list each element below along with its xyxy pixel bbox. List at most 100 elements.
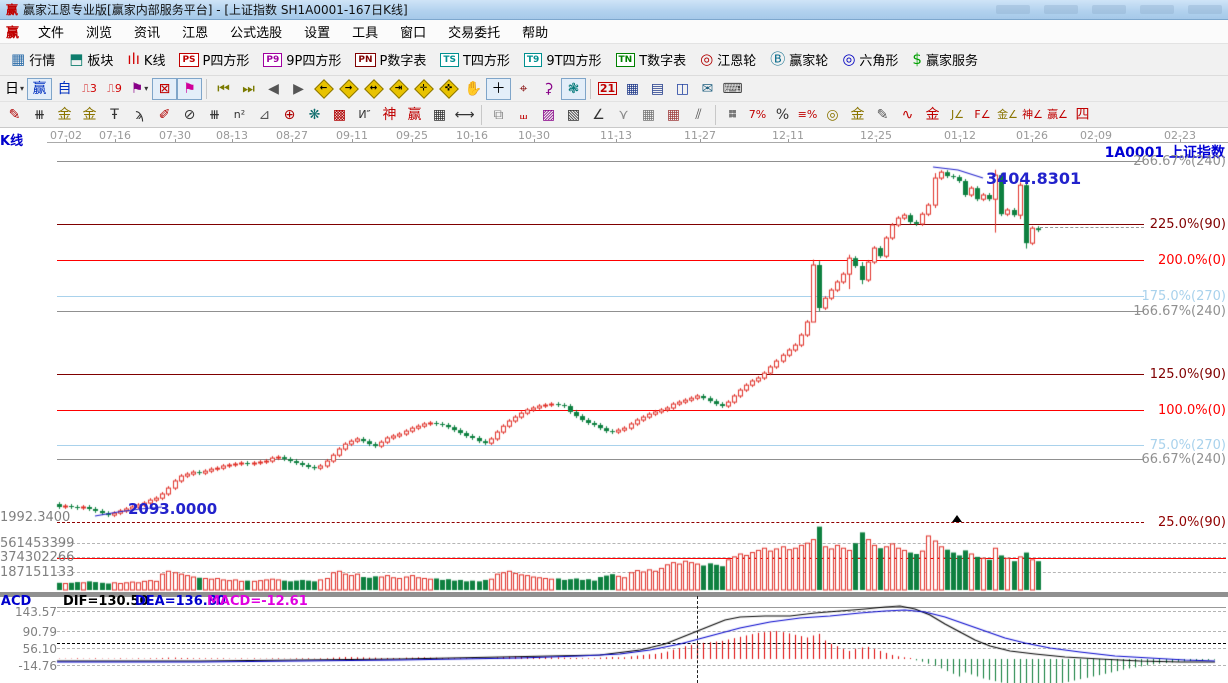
measure-tool-button[interactable]: ⌖ xyxy=(511,78,536,100)
title-bar[interactable]: 赢 赢家江恩专业版[赢家内部服务平台] - [上证指数 SH1A0001-167… xyxy=(0,0,1228,20)
period-selector-button[interactable]: 日▾ xyxy=(2,78,27,100)
star-web-button[interactable]: ❋ xyxy=(302,104,327,126)
flag-dropdown-button[interactable]: ⚑▾ xyxy=(127,78,152,100)
fan-box-2-button[interactable]: ▧ xyxy=(561,104,586,126)
pencil-bars-button[interactable]: ✎ xyxy=(870,104,895,126)
menu-帮助[interactable]: 帮助 xyxy=(511,23,559,44)
gann-tool-purple-icon: ⚳ xyxy=(543,82,553,96)
n-square-icon: n² xyxy=(234,109,245,120)
menu-浏览[interactable]: 浏览 xyxy=(75,23,123,44)
gold-lines-button[interactable]: 金 xyxy=(845,104,870,126)
menu-交易委托[interactable]: 交易委托 xyxy=(437,23,511,44)
percent-lines-button[interactable]: ≡% xyxy=(795,104,820,126)
menu-资讯[interactable]: 资讯 xyxy=(123,23,171,44)
percent-7-button[interactable]: 7% xyxy=(745,104,770,126)
notes-button[interactable]: ▤ xyxy=(645,78,670,100)
j-angle-button[interactable]: J∠ xyxy=(945,104,970,126)
toolbar-9p-square-button[interactable]: P99P四方形 xyxy=(256,47,348,73)
diamond-expand-button[interactable]: ↔ xyxy=(361,78,386,100)
crosshair-tool-button[interactable]: ＋ xyxy=(486,78,511,100)
wave-red-button[interactable]: ∿ xyxy=(895,104,920,126)
toolbar-sectors-button[interactable]: ⬒板块 xyxy=(62,47,120,73)
menu-工具[interactable]: 工具 xyxy=(341,23,389,44)
diamond-compress-button[interactable]: ⇥ xyxy=(386,78,411,100)
shen-angle-button[interactable]: 神∠ xyxy=(1020,104,1045,126)
box-tool-button[interactable]: ⧉ xyxy=(486,104,511,126)
ying-fence-button[interactable]: 赢 xyxy=(402,104,427,126)
diamond-left-button[interactable]: ← xyxy=(311,78,336,100)
toolbar-winner-service-button[interactable]: $赢家服务 xyxy=(905,47,985,73)
toolbar-t-square-button[interactable]: TST四方形 xyxy=(433,47,517,73)
send-mail-button[interactable]: ✉ xyxy=(695,78,720,100)
toolbar-p-number-table-button[interactable]: PNP数字表 xyxy=(348,47,433,73)
scale-ruler-button[interactable]: 𝄜 xyxy=(720,104,745,126)
fence-2-button[interactable]: ⧻ xyxy=(202,104,227,126)
mirror-a-button[interactable]: ⊿ xyxy=(252,104,277,126)
wave-9-button[interactable]: ⎍9 xyxy=(102,78,127,100)
toolbar-9t-square-button[interactable]: T99T四方形 xyxy=(517,47,609,73)
square-web-button[interactable]: ▩ xyxy=(327,104,352,126)
next-bar-button[interactable]: ▶ xyxy=(286,78,311,100)
kline-chart-area[interactable]: 日K线 07-0207-1607-3008-1308-2709-1109-251… xyxy=(0,128,1228,683)
last-bar-button[interactable]: ⏭ xyxy=(236,78,261,100)
spiral-button[interactable]: ϡ xyxy=(127,104,152,126)
toolbar-t-number-table-button[interactable]: TNT数字表 xyxy=(609,47,694,73)
self-select-view-button[interactable]: 自 xyxy=(52,78,77,100)
angle-lines-button[interactable]: ∠ xyxy=(586,104,611,126)
n-square-button[interactable]: n² xyxy=(227,104,252,126)
menu-窗口[interactable]: 窗口 xyxy=(389,23,437,44)
time-circle-button[interactable]: ⊘ xyxy=(177,104,202,126)
gold-fence-2-button[interactable]: 金 xyxy=(77,104,102,126)
toolbar-gann-wheel-button[interactable]: ◎江恩轮 xyxy=(693,47,763,73)
i-quote-button[interactable]: И″ xyxy=(352,104,377,126)
calendar-21-button[interactable]: 21 xyxy=(595,78,620,100)
gann-fence-button[interactable]: ⧻ xyxy=(27,104,52,126)
toolbar-winner-wheel-button[interactable]: Ⓑ赢家轮 xyxy=(763,47,835,73)
fan-box-1-button[interactable]: ▨ xyxy=(536,104,561,126)
toolbar-p-square-button[interactable]: PSP四方形 xyxy=(172,47,256,73)
diamond-right-button[interactable]: → xyxy=(336,78,361,100)
pencil-chart-button[interactable]: ✐ xyxy=(152,104,177,126)
brain-tool-button[interactable]: ❃ xyxy=(561,78,586,100)
fan-box-1-icon: ▨ xyxy=(542,108,555,122)
menu-公式选股[interactable]: 公式选股 xyxy=(219,23,293,44)
v-lines-button[interactable]: ⋎ xyxy=(611,104,636,126)
calculator-button[interactable]: ▦ xyxy=(620,78,645,100)
h-expand-button[interactable]: ⟷ xyxy=(452,104,477,126)
diamond-all-button[interactable]: ✜ xyxy=(436,78,461,100)
grid-123-button[interactable]: ▦ xyxy=(427,104,452,126)
first-bar-button[interactable]: ⏮ xyxy=(211,78,236,100)
grid-dark-1-button[interactable]: ▦ xyxy=(636,104,661,126)
wave-3-button[interactable]: ⎍3 xyxy=(77,78,102,100)
diamond-center-button[interactable]: ✛ xyxy=(411,78,436,100)
menu-江恩[interactable]: 江恩 xyxy=(171,23,219,44)
grid-dark-2-button[interactable]: ▦ xyxy=(661,104,686,126)
prev-bar-button[interactable]: ◀ xyxy=(261,78,286,100)
hand-tool-button[interactable]: ✋ xyxy=(461,78,486,100)
circle-cross-button[interactable]: ⊕ xyxy=(277,104,302,126)
toolbar-kline-button[interactable]: ılıK线 xyxy=(120,47,172,73)
gold-circle-button[interactable]: ◎ xyxy=(820,104,845,126)
parallel-lines-button[interactable]: ⫽ xyxy=(686,104,711,126)
f-angle-button[interactable]: F∠ xyxy=(970,104,995,126)
shen-fence-button[interactable]: 神 xyxy=(377,104,402,126)
computer-button[interactable]: ⌨ xyxy=(720,78,745,100)
toolbar-hexagon-button[interactable]: ◎六角形 xyxy=(835,47,905,73)
gold-angle-button[interactable]: 金∠ xyxy=(995,104,1020,126)
gann-frame-button[interactable]: ⊠ xyxy=(152,78,177,100)
ying-angle-button[interactable]: 赢∠ xyxy=(1045,104,1070,126)
f-fence-button[interactable]: Ŧ xyxy=(102,104,127,126)
menu-文件[interactable]: 文件 xyxy=(27,23,75,44)
winner-view-button[interactable]: 赢 xyxy=(27,78,52,100)
menu-设置[interactable]: 设置 xyxy=(293,23,341,44)
ray-fan-button[interactable]: ⧢ xyxy=(511,104,536,126)
color-chart-button[interactable]: ⚑ xyxy=(177,78,202,100)
pencil-button[interactable]: ✎ xyxy=(2,104,27,126)
toolbar-quotes-button[interactable]: ▦行情 xyxy=(4,47,62,73)
gold-red-button[interactable]: 金 xyxy=(920,104,945,126)
percent-button[interactable]: % xyxy=(770,104,795,126)
gold-fence-1-button[interactable]: 金 xyxy=(52,104,77,126)
save-button[interactable]: ◫ xyxy=(670,78,695,100)
four-lines-button[interactable]: 四 xyxy=(1070,104,1095,126)
gann-tool-purple-button[interactable]: ⚳ xyxy=(536,78,561,100)
